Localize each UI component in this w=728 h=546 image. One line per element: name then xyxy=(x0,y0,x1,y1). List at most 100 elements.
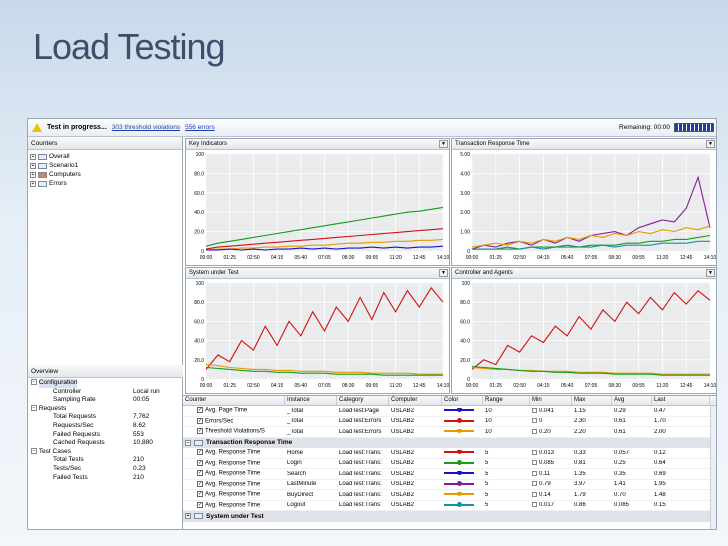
grid-row[interactable]: ✓ Avg. Page Time _Total LoadTest:Page USLAB2… xyxy=(183,406,716,417)
expand-icon[interactable]: + xyxy=(30,180,36,187)
checkbox[interactable]: ✓ xyxy=(197,417,203,424)
checkbox[interactable]: ✓ xyxy=(197,449,203,456)
y-tick-label: 20.0 xyxy=(460,358,470,364)
tree-item-computers[interactable]: + Computers xyxy=(30,170,180,179)
overview-row: Total Tests 210 xyxy=(53,456,144,464)
grid-cell: ✓ Avg. Response Time xyxy=(197,459,261,467)
collapse-icon[interactable]: − xyxy=(31,379,37,385)
x-tick-label: 08:30 xyxy=(342,255,355,261)
checkbox[interactable]: ✓ xyxy=(197,407,203,414)
lock-icon xyxy=(532,491,537,497)
col-computer[interactable]: Computer xyxy=(389,396,442,405)
slide-title: Load Testing xyxy=(33,26,226,67)
grid-cell: USLAB2 xyxy=(391,460,415,467)
grid-cell: 1.41 xyxy=(614,481,626,488)
grid-cell: 0.61 xyxy=(614,418,626,425)
checkbox[interactable]: ✓ xyxy=(197,470,203,477)
grid-cell: 10 xyxy=(485,407,492,414)
grid-row[interactable]: ✓ Avg. Response Time BuyDirect LoadTest:Tra… xyxy=(183,490,716,501)
grid-row[interactable]: ✓ Avg. Response Time Home LoadTest:Trans: US… xyxy=(183,448,716,459)
x-tick-label: 11:20 xyxy=(390,255,402,261)
grid-row[interactable]: ✓ Threshold Violations/S _Total LoadTest:Er… xyxy=(183,427,716,438)
grid-cell: ✓ Avg. Response Time xyxy=(197,501,261,509)
grid-cell: LoadTest:Trans: xyxy=(339,460,382,467)
x-tick-label: 07:05 xyxy=(585,383,598,389)
grid-row[interactable]: ✓ Avg. Response Time Logout LoadTest:Trans:… xyxy=(183,501,716,511)
x-tick-label: 08:30 xyxy=(609,255,622,261)
overview-panel: Overview − Configuration Controller Local… xyxy=(28,365,183,483)
col-max[interactable]: Max xyxy=(572,396,612,405)
tree-item-overall[interactable]: + Overall xyxy=(30,152,180,161)
grid-cell xyxy=(442,502,483,508)
checkbox[interactable]: ✓ xyxy=(197,459,203,466)
grid-cell: USLAB2 xyxy=(391,491,415,498)
grid-cell: 5 xyxy=(485,481,489,488)
grid-row[interactable]: ✓ Avg. Response Time LastMinute LoadTest:Tr… xyxy=(183,480,716,490)
grid-cell xyxy=(442,418,483,424)
col-category[interactable]: Category xyxy=(337,396,389,405)
chevron-down-icon[interactable]: ▼ xyxy=(706,140,715,148)
grid-icon xyxy=(194,439,203,446)
col-instance[interactable]: Instance xyxy=(285,396,337,405)
lock-icon xyxy=(532,460,537,466)
col-range[interactable]: Range xyxy=(483,396,530,405)
requests-group[interactable]: − Requests xyxy=(31,404,180,414)
group-row-system[interactable]: + System under Test xyxy=(183,511,716,522)
overview-row: Cached Requests 10,880 xyxy=(53,439,153,447)
chevron-down-icon[interactable]: ▼ xyxy=(439,269,448,277)
vertical-scrollbar[interactable] xyxy=(710,406,716,529)
grid-cell: LastMinute xyxy=(287,481,317,488)
col-avg[interactable]: Avg xyxy=(612,396,652,405)
remaining-time: Remaining: 00:00 xyxy=(619,124,670,131)
grid-cell: 1.79 xyxy=(574,491,586,498)
chevron-down-icon[interactable]: ▼ xyxy=(706,269,715,277)
col-counter[interactable]: Counter xyxy=(183,396,285,405)
tree-item-scenario1[interactable]: + Scenario1 xyxy=(30,161,180,170)
test-cases-group[interactable]: − Test Cases xyxy=(31,447,180,457)
x-tick-label: 04:15 xyxy=(271,255,284,261)
overview-row: Tests/Sec 0.23 xyxy=(53,464,146,472)
col-last[interactable]: Last xyxy=(652,396,710,405)
errors-link[interactable]: 556 errors xyxy=(185,124,215,131)
warning-icon xyxy=(32,123,42,132)
collapse-icon[interactable]: − xyxy=(31,404,37,411)
grid-cell: 0.12 xyxy=(654,449,666,456)
grid-cell: BuyDirect xyxy=(287,491,314,498)
chart-system-under-test: System under Test ▼ 100 80.0 60.0 40.0 20.0 0 0… xyxy=(185,267,450,394)
x-tick-label: 09:55 xyxy=(632,255,645,261)
tree-item-errors[interactable]: + Errors xyxy=(30,179,180,188)
configuration-group[interactable]: − Configuration xyxy=(31,379,180,388)
threshold-violations-link[interactable]: 303 threshold violations xyxy=(112,124,180,131)
expand-icon[interactable]: + xyxy=(30,162,36,169)
grid-row[interactable]: ✓ Errors/Sec _Total LoadTest:Errors USLAB2 10… xyxy=(183,417,716,427)
overview-row: Total Requests 7,762 xyxy=(53,413,150,421)
chart-title: Key Indicators xyxy=(189,141,228,147)
grid-cell: 5 xyxy=(485,470,489,477)
y-tick-label: 5.00 xyxy=(460,152,470,158)
chevron-down-icon[interactable]: ▼ xyxy=(439,140,448,148)
grid-row[interactable]: ✓ Avg. Response Time Login LoadTest:Trans: U… xyxy=(183,459,716,469)
x-tick-label: 01:25 xyxy=(223,383,236,389)
grid-cell xyxy=(442,407,483,414)
grid-cell: _Total xyxy=(287,418,304,425)
group-row-transaction[interactable]: − Transaction Response Time xyxy=(183,437,716,448)
col-min[interactable]: Min xyxy=(530,396,572,405)
grid-cell: USLAB2 xyxy=(391,449,415,456)
expand-icon[interactable]: + xyxy=(30,171,36,178)
grid-icon xyxy=(194,513,203,520)
grid-cell xyxy=(442,481,483,487)
checkbox[interactable]: ✓ xyxy=(197,428,203,435)
expand-icon[interactable]: + xyxy=(30,153,36,160)
grid-cell: 1.70 xyxy=(654,418,666,425)
checkbox[interactable]: ✓ xyxy=(197,501,203,508)
x-tick-label: 08:30 xyxy=(342,383,355,389)
col-color[interactable]: Color xyxy=(442,396,483,405)
collapse-icon[interactable]: − xyxy=(31,447,37,454)
grid-cell: USLAB2 xyxy=(391,418,415,425)
checkbox[interactable]: ✓ xyxy=(197,480,203,487)
grid-cell: Logout xyxy=(287,502,306,509)
y-tick-label: 60.0 xyxy=(194,191,204,197)
grid-cell: USLAB2 xyxy=(391,407,415,414)
grid-row[interactable]: ✓ Avg. Response Time Search LoadTest:Trans:… xyxy=(183,469,716,480)
checkbox[interactable]: ✓ xyxy=(197,491,203,498)
